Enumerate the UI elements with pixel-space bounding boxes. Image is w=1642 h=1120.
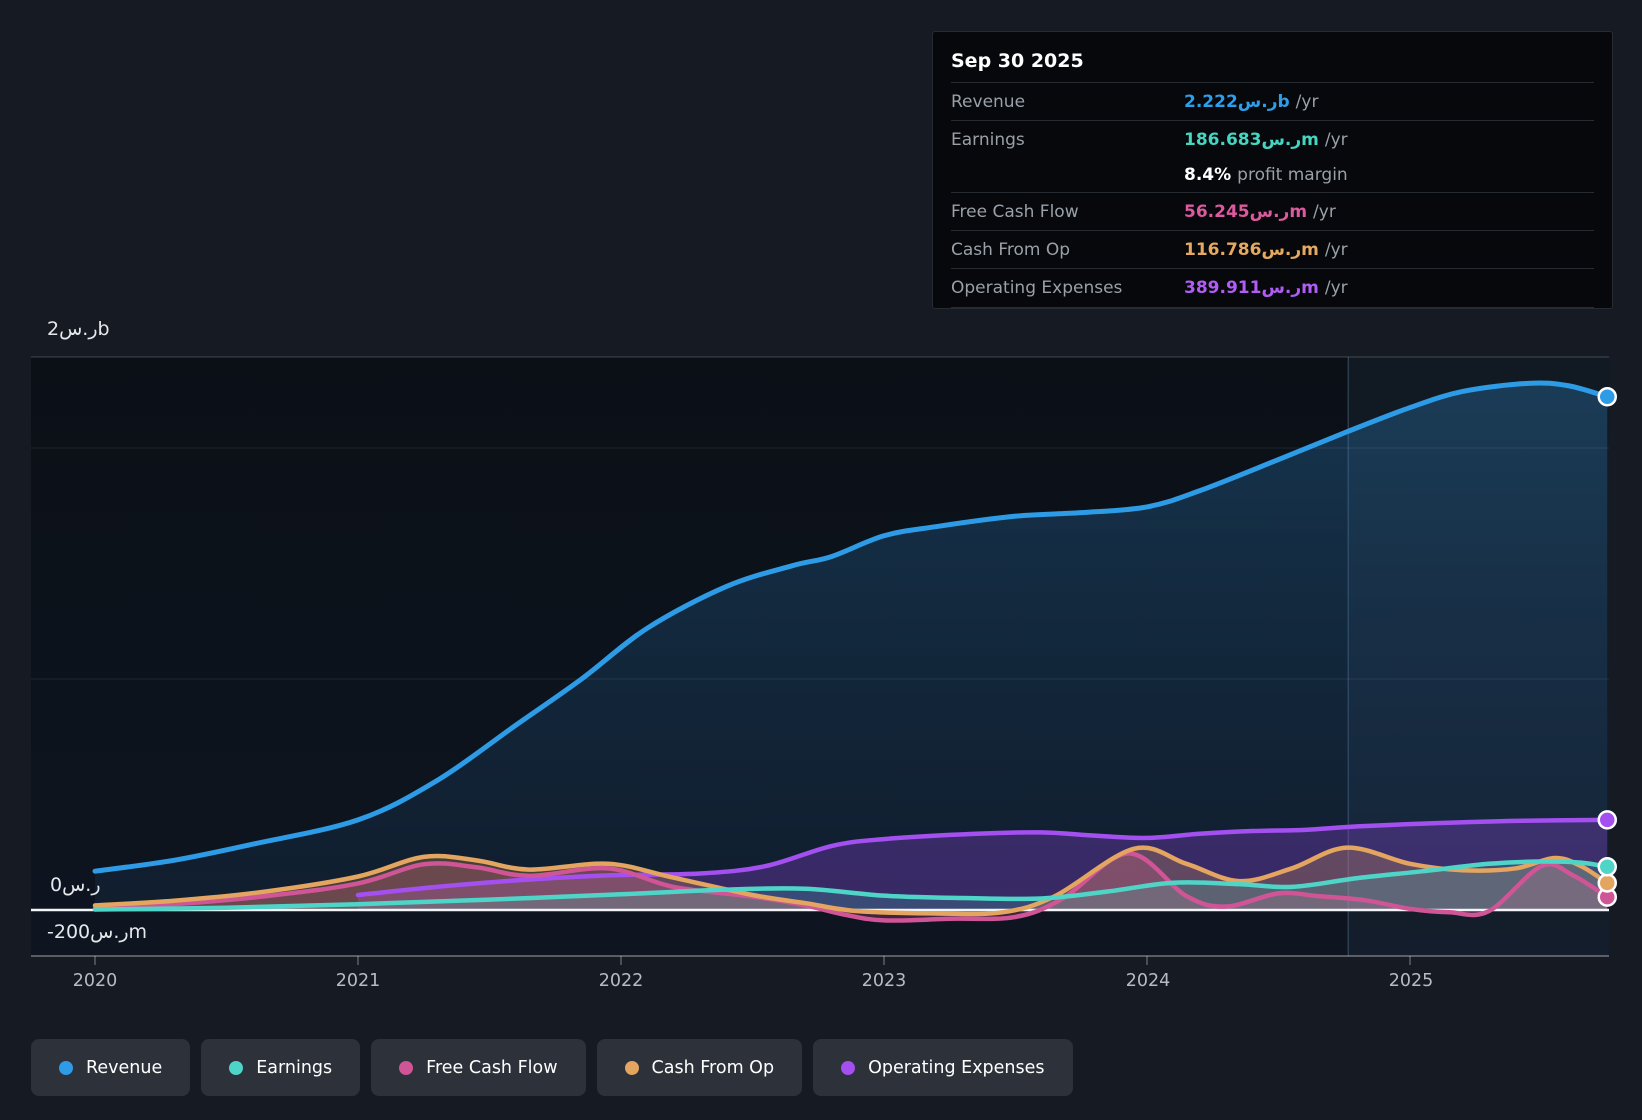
earnings-end-marker[interactable] (1597, 857, 1617, 877)
legend-label: Cash From Op (651, 1057, 775, 1078)
revenue-dot-icon (59, 1060, 73, 1075)
operating-expenses-dot-icon (841, 1060, 856, 1075)
tooltip-value: 116.786ر.سm (1184, 239, 1319, 260)
tooltip-suffix: /yr (1324, 277, 1348, 298)
tooltip-date: Sep 30 2025 (951, 50, 1084, 72)
tooltip-label: Free Cash Flow (951, 201, 1079, 222)
tooltip-card: Sep 30 2025 Revenue 2.222ر.سb /yr Earnin… (932, 31, 1613, 309)
x-axis-label-2023: 2023 (861, 971, 907, 991)
tooltip-row-earnings: Earnings 186.683ر.سm /yr (951, 120, 1594, 158)
legend-pill-free-cash-flow[interactable]: Free Cash Flow (371, 1039, 586, 1096)
tooltip-row-cashop: Cash From Op 116.786ر.سm /yr (951, 230, 1594, 268)
earnings-dot-icon (229, 1060, 244, 1075)
legend: Revenue Earnings Free Cash Flow Cash Fro… (31, 1039, 1073, 1096)
tooltip-suffix: /yr (1313, 201, 1336, 222)
x-axis-label-2024: 2024 (1125, 971, 1171, 991)
legend-label: Revenue (86, 1057, 163, 1078)
y-axis-label-0: 0ر.س (50, 874, 101, 896)
tooltip-bottom-divider (951, 307, 1594, 314)
legend-label: Earnings (256, 1057, 333, 1078)
tooltip-suffix: /yr (1324, 129, 1348, 150)
x-axis-label-2020: 2020 (72, 971, 118, 991)
tooltip-label: Revenue (951, 91, 1026, 112)
operating-expenses-end-marker[interactable] (1597, 810, 1617, 830)
profit-margin-text: profit margin (1237, 165, 1348, 185)
tooltip-row-revenue: Revenue 2.222ر.سb /yr (951, 82, 1594, 120)
tooltip-suffix: /yr (1324, 239, 1348, 260)
cash-from-op-dot-icon (624, 1060, 639, 1075)
legend-pill-revenue[interactable]: Revenue (31, 1039, 191, 1096)
x-axis-label-2025: 2025 (1388, 971, 1434, 991)
chart-page: 2ر.سb 0ر.س -200ر.سm 2020 2021 2022 2023 … (0, 0, 1642, 1120)
tooltip-row-fcf: Free Cash Flow 56.245ر.سm /yr (951, 192, 1594, 230)
tooltip-value: 2.222ر.سb (1184, 91, 1290, 112)
tooltip-value: 186.683ر.سm (1184, 129, 1319, 150)
tooltip-label: Operating Expenses (951, 277, 1123, 298)
profit-margin-value: 8.4% (1184, 165, 1232, 185)
legend-pill-operating-expenses[interactable]: Operating Expenses (813, 1039, 1073, 1096)
x-axis-label-2021: 2021 (335, 971, 381, 991)
tooltip-suffix: /yr (1295, 91, 1319, 112)
revenue-end-marker[interactable] (1597, 386, 1617, 407)
legend-pill-earnings[interactable]: Earnings (201, 1039, 361, 1096)
legend-label: Free Cash Flow (426, 1057, 558, 1078)
y-axis-label-2b: 2ر.سb (47, 318, 110, 340)
tooltip-label: Earnings (951, 129, 1025, 150)
tooltip-row-opex: Operating Expenses 389.911ر.سm /yr (951, 268, 1594, 306)
tooltip-label: Cash From Op (951, 239, 1071, 260)
tooltip-value: 56.245ر.سm (1184, 201, 1308, 222)
legend-pill-cash-from-op[interactable]: Cash From Op (596, 1039, 803, 1096)
cash-from-op-end-marker[interactable] (1597, 873, 1617, 893)
x-axis-label-2022: 2022 (598, 971, 644, 991)
legend-label: Operating Expenses (868, 1057, 1045, 1078)
tooltip-value: 389.911ر.سm (1184, 277, 1319, 298)
free-cash-flow-dot-icon (399, 1060, 414, 1075)
y-axis-label-neg200: -200ر.سm (47, 921, 148, 943)
tooltip-row-profit-margin: 8.4% profit margin (951, 158, 1594, 192)
